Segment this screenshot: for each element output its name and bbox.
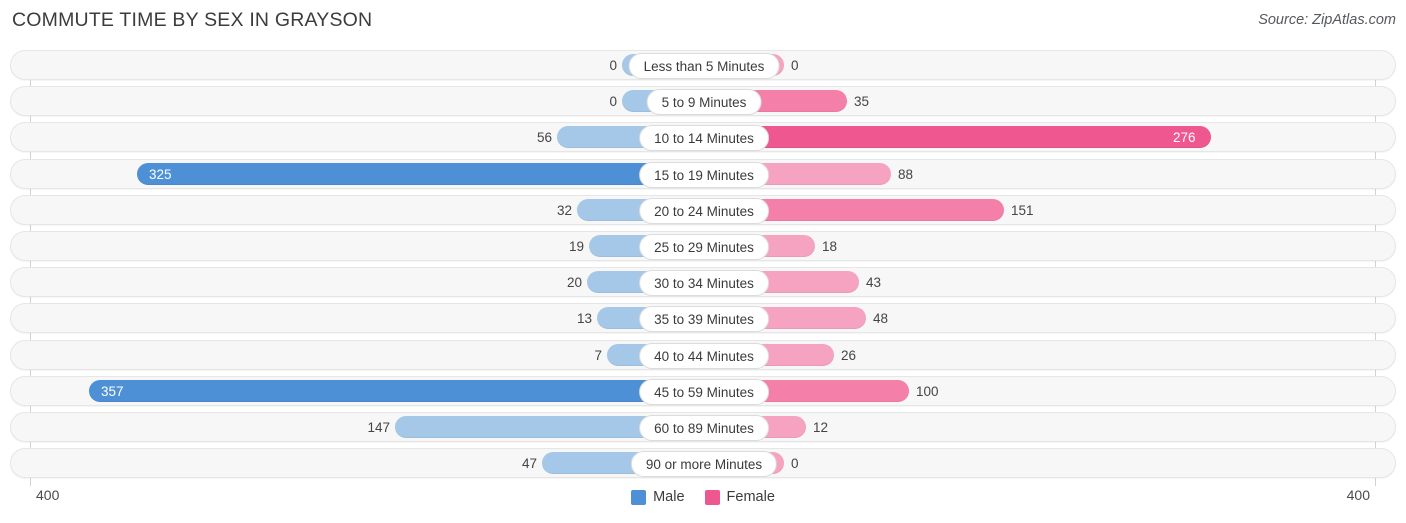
bar-row-inner: 147 12 60 to 89 Minutes [11, 413, 1395, 441]
bar-row-inner: 20 43 30 to 34 Minutes [11, 268, 1395, 297]
bar-row-inner: 47 0 90 or more Minutes [11, 449, 1395, 478]
legend-swatch-male-icon [631, 489, 647, 505]
bar-row[interactable]: 20 43 30 to 34 Minutes [10, 267, 1396, 298]
bar-row[interactable]: 0 0 Less than 5 Minutes [10, 50, 1396, 80]
legend-item-female[interactable]: Female [704, 489, 775, 505]
value-label-male: 0 [609, 94, 617, 110]
value-label-male: 13 [576, 311, 592, 327]
bar-row-inner: 0 0 Less than 5 Minutes [11, 51, 1395, 79]
value-label-female: 18 [822, 239, 838, 254]
bar-row[interactable]: 147 12 60 to 89 Minutes [10, 412, 1396, 442]
value-label-female: 0 [791, 58, 799, 73]
legend-label-male: Male [653, 489, 685, 505]
bar-row[interactable]: 47 0 90 or more Minutes [10, 448, 1396, 479]
category-label-pill[interactable]: 5 to 9 Minutes [646, 89, 762, 116]
category-label-pill[interactable]: 30 to 34 Minutes [639, 270, 769, 297]
bar-row[interactable]: 32 151 20 to 24 Minutes [10, 194, 1396, 225]
bar-row[interactable]: 357 100 45 to 59 Minutes [10, 375, 1396, 406]
category-label-pill[interactable]: 35 to 39 Minutes [639, 306, 769, 333]
value-label-male: 56 [536, 130, 552, 146]
category-label-pill[interactable]: 90 or more Minutes [630, 451, 778, 478]
value-label-female: 100 [916, 383, 939, 399]
bar-row-inner: 56 276 10 to 14 Minutes [11, 123, 1395, 152]
legend-label-female: Female [726, 489, 775, 505]
category-label-pill[interactable]: 10 to 14 Minutes [639, 125, 769, 152]
bar-row-inner: 32 151 20 to 24 Minutes [11, 196, 1395, 224]
value-label-male: 47 [521, 456, 537, 472]
value-label-male: 0 [609, 58, 617, 73]
bar-row-inner: 19 18 25 to 29 Minutes [11, 232, 1395, 260]
bar-row-inner: 325 88 15 to 19 Minutes [11, 160, 1395, 188]
value-label-male: 19 [568, 239, 584, 254]
category-label-pill[interactable]: 25 to 29 Minutes [639, 234, 769, 260]
bar-row-inner: 13 48 35 to 39 Minutes [11, 304, 1395, 333]
bar-row[interactable]: 19 18 25 to 29 Minutes [10, 231, 1396, 261]
value-label-female: 151 [1011, 202, 1034, 218]
value-label-female: 48 [873, 311, 889, 327]
source-attribution: Source: ZipAtlas.com [1258, 12, 1396, 28]
category-label-pill[interactable]: 60 to 89 Minutes [639, 415, 769, 441]
value-label-female: 43 [866, 275, 882, 291]
bar-row[interactable]: 0 35 5 to 9 Minutes [10, 86, 1396, 117]
value-label-female: 276 [1173, 130, 1196, 146]
chart-plot-area: 0 0 Less than 5 Minutes 0 35 5 to 9 Minutes 56… [0, 44, 1406, 486]
legend-swatch-female-icon [704, 489, 720, 505]
value-label-male: 147 [367, 420, 390, 435]
category-label-pill[interactable]: 20 to 24 Minutes [639, 197, 769, 224]
value-label-female: 35 [854, 94, 870, 110]
value-label-male: 32 [556, 202, 572, 218]
value-label-male: 325 [149, 166, 172, 182]
value-label-female: 12 [813, 420, 829, 435]
category-label-pill[interactable]: 15 to 19 Minutes [639, 161, 769, 188]
value-label-male: 7 [594, 347, 602, 363]
value-label-male: 20 [566, 275, 582, 291]
value-label-female: 88 [898, 166, 914, 182]
bar-male[interactable] [137, 162, 702, 185]
bar-row[interactable]: 325 88 15 to 19 Minutes [10, 158, 1396, 189]
page-title: COMMUTE TIME BY SEX IN GRAYSON [12, 9, 373, 31]
bar-row-inner: 0 35 5 to 9 Minutes [11, 87, 1395, 116]
value-label-female: 26 [841, 347, 857, 363]
category-label-pill[interactable]: 40 to 44 Minutes [639, 342, 769, 369]
chart-legend: Male Female [0, 489, 1406, 505]
bar-row-inner: 357 100 45 to 59 Minutes [11, 377, 1395, 405]
legend-item-male[interactable]: Male [631, 489, 685, 505]
bar-row-inner: 7 26 40 to 44 Minutes [11, 341, 1395, 369]
category-label-pill[interactable]: Less than 5 Minutes [628, 53, 780, 79]
bar-row[interactable]: 7 26 40 to 44 Minutes [10, 339, 1396, 370]
bar-male[interactable] [89, 379, 702, 402]
chart-header: COMMUTE TIME BY SEX IN GRAYSON Source: Z… [0, 0, 1406, 44]
category-label-pill[interactable]: 45 to 59 Minutes [639, 378, 769, 405]
bar-row[interactable]: 13 48 35 to 39 Minutes [10, 303, 1396, 334]
bar-row[interactable]: 56 276 10 to 14 Minutes [10, 122, 1396, 153]
value-label-female: 0 [791, 456, 799, 472]
chart-footer: 400 400 Male Female [0, 486, 1406, 523]
value-label-male: 357 [101, 383, 124, 399]
bar-female[interactable] [704, 126, 1211, 149]
